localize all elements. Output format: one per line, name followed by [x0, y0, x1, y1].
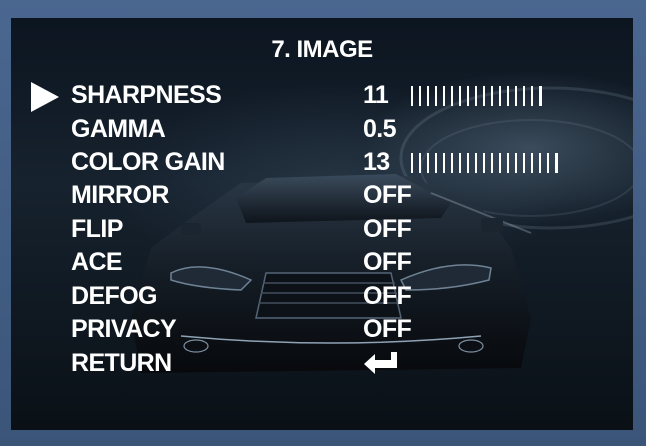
- menu-item-label: RETURN: [71, 349, 172, 377]
- menu-item-value: OFF: [363, 315, 412, 343]
- level-tick: [459, 86, 461, 106]
- level-tick: [523, 86, 525, 106]
- level-tick: [507, 86, 509, 106]
- menu-item-label: FLIP: [71, 215, 123, 243]
- menu-item-value: OFF: [363, 248, 412, 276]
- menu-item-label: MIRROR: [71, 181, 169, 209]
- level-tick: [491, 153, 493, 173]
- level-tick: [499, 86, 501, 106]
- menu-item-value: 11: [363, 81, 389, 109]
- level-tick: [539, 86, 542, 106]
- level-tick: [443, 153, 445, 173]
- level-tick: [531, 86, 533, 106]
- level-tick: [475, 86, 477, 106]
- menu-item-value: OFF: [363, 215, 412, 243]
- menu-item-flip[interactable]: FLIP OFF: [31, 214, 621, 244]
- menu-item-value: 0.5: [363, 115, 397, 143]
- menu-item-label: SHARPNESS: [71, 81, 222, 109]
- level-tick: [507, 153, 509, 173]
- menu-title: 7. IMAGE: [271, 36, 373, 63]
- level-tick: [427, 86, 429, 106]
- level-tick: [523, 153, 525, 173]
- level-tick: [491, 86, 493, 106]
- menu-item-privacy[interactable]: PRIVACY OFF: [31, 314, 621, 344]
- level-tick: [531, 153, 533, 173]
- level-tick: [419, 86, 421, 106]
- level-tick: [475, 153, 477, 173]
- menu-item-label: GAMMA: [71, 115, 166, 143]
- menu-item-color-gain[interactable]: COLOR GAIN 13: [31, 147, 621, 177]
- menu-item-return[interactable]: RETURN: [31, 348, 621, 378]
- level-tick: [411, 86, 413, 106]
- level-tick: [411, 153, 413, 173]
- level-tick: [467, 153, 469, 173]
- menu-item-mirror[interactable]: MIRROR OFF: [31, 180, 621, 210]
- menu-item-value: OFF: [363, 181, 412, 209]
- level-tick: [443, 86, 445, 106]
- level-tick: [427, 153, 429, 173]
- level-tick: [539, 153, 541, 173]
- menu-item-sharpness[interactable]: SHARPNESS 11: [31, 80, 621, 112]
- level-tick: [451, 86, 453, 106]
- menu-item-label: PRIVACY: [71, 315, 177, 343]
- menu-item-value: OFF: [363, 282, 412, 310]
- level-tick: [515, 153, 517, 173]
- menu-item-ace[interactable]: ACE OFF: [31, 247, 621, 277]
- level-tick: [467, 86, 469, 106]
- monitor-frame: 7. IMAGE SHARPNESS 11 GAMMA 0.5 COLOR GA…: [0, 0, 646, 446]
- level-tick: [547, 153, 549, 173]
- level-tick: [459, 153, 461, 173]
- osd-screen: 7. IMAGE SHARPNESS 11 GAMMA 0.5 COLOR GA…: [11, 18, 633, 430]
- menu-item-gamma[interactable]: GAMMA 0.5: [31, 114, 621, 144]
- level-bar: [411, 153, 591, 173]
- level-tick: [499, 153, 501, 173]
- level-tick: [483, 153, 485, 173]
- osd-menu: 7. IMAGE SHARPNESS 11 GAMMA 0.5 COLOR GA…: [11, 18, 633, 430]
- menu-item-label: COLOR GAIN: [71, 148, 225, 176]
- level-tick: [451, 153, 453, 173]
- level-tick: [435, 86, 437, 106]
- level-tick: [515, 86, 517, 106]
- level-tick: [435, 153, 437, 173]
- return-arrow-icon: [364, 352, 397, 374]
- level-tick: [555, 153, 558, 173]
- level-tick: [419, 153, 421, 173]
- level-bar: [411, 86, 591, 106]
- menu-item-defog[interactable]: DEFOG OFF: [31, 281, 621, 311]
- menu-item-value: 13: [363, 148, 390, 176]
- selection-cursor-icon: [31, 82, 59, 112]
- menu-item-label: DEFOG: [71, 282, 158, 310]
- level-tick: [483, 86, 485, 106]
- menu-item-label: ACE: [71, 248, 123, 276]
